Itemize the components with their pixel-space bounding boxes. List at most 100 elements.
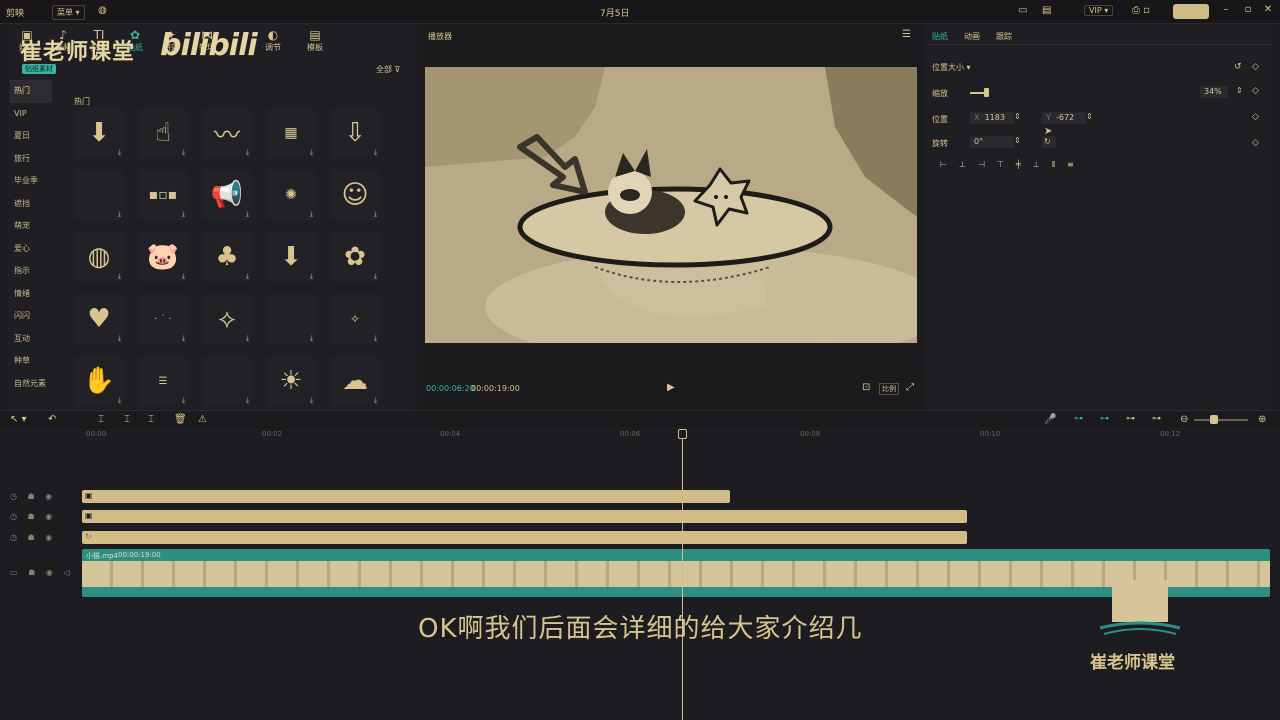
stepper-icon[interactable]: ⇕ xyxy=(1086,112,1093,121)
split-left-icon[interactable]: ⌶ xyxy=(124,414,130,425)
align-top-icon[interactable]: ⊤ xyxy=(997,160,1016,169)
sticker-megaphone[interactable]: 📢 ⤓ xyxy=(202,170,252,220)
layout-icon[interactable]: ▤ xyxy=(1042,5,1051,16)
split-right-icon[interactable]: ⌶ xyxy=(148,414,154,425)
sticker-blank[interactable]: ⤓ xyxy=(74,170,124,220)
position-x-input[interactable]: X 1183 xyxy=(970,112,1014,124)
sticker-heart[interactable]: ♥ ⤓ xyxy=(74,294,124,344)
sticker-arrow-down[interactable]: ⬇ ⤓ xyxy=(74,108,124,158)
category-item[interactable]: 自然元素 xyxy=(10,373,52,396)
category-item[interactable]: 萌宠 xyxy=(10,215,52,238)
track-controls[interactable]: ◷ ☗ ◉ xyxy=(10,512,56,521)
category-item[interactable]: 夏日 xyxy=(10,125,52,148)
tab-tracking[interactable]: 跟踪 xyxy=(996,31,1012,42)
reset-icon[interactable]: ↺ xyxy=(1234,62,1242,72)
align-hcenter-icon[interactable]: ⊥ xyxy=(959,160,978,169)
link-icon[interactable]: ⊶ xyxy=(1126,414,1135,424)
text-clip[interactable]: ↻ xyxy=(82,531,967,544)
track-controls[interactable]: ◷ ☗ ◉ xyxy=(10,492,56,501)
align-right-icon[interactable]: ⊣ xyxy=(978,160,997,169)
sticker-blank-3[interactable]: ⤓ xyxy=(202,356,252,406)
sticker-pig-face[interactable]: 🐷 ⤓ xyxy=(138,232,188,282)
playhead[interactable] xyxy=(682,430,683,720)
sticker-sun[interactable]: ☀ ⤓ xyxy=(266,356,316,406)
share-icon[interactable]: ⎙ ▫ xyxy=(1132,5,1150,16)
category-item[interactable]: 指示 xyxy=(10,260,52,283)
zoom-slider-handle[interactable] xyxy=(1210,415,1218,424)
position-y-input[interactable]: Y -672 xyxy=(1042,112,1086,124)
tab-adjust[interactable]: ◐ 调节 xyxy=(256,28,290,53)
category-item[interactable]: 旅行 xyxy=(10,148,52,171)
sticker-text-badge[interactable]: ▦ ⤓ xyxy=(266,108,316,158)
keyframe-icon[interactable]: ◇ xyxy=(1252,138,1259,148)
main-track-controls[interactable]: ▭ ☗ ◉ ◁ xyxy=(10,568,74,577)
sticker-text-lines[interactable]: ☰ ⤓ xyxy=(138,356,188,406)
zoom-out-icon[interactable]: ⊖ xyxy=(1180,414,1188,425)
playhead-handle[interactable] xyxy=(678,429,687,439)
scale-input[interactable]: 34% xyxy=(1200,86,1228,98)
delete-icon[interactable]: 🗑 xyxy=(174,414,187,425)
ratio-button[interactable]: 比例 xyxy=(879,383,899,395)
category-item[interactable]: 热门 xyxy=(10,80,52,103)
sticker-clip[interactable]: ▣ xyxy=(82,510,967,523)
category-item[interactable]: 互动 xyxy=(10,328,52,351)
play-icon[interactable]: ▶ xyxy=(667,382,675,393)
stepper-icon[interactable]: ⇕ xyxy=(1236,86,1243,95)
tab-templates[interactable]: ▤ 模板 xyxy=(298,28,332,53)
align-vcenter-icon[interactable]: ╪ xyxy=(1016,160,1033,169)
player-menu-icon[interactable]: ☰ xyxy=(902,29,911,40)
preview-axis-icon[interactable]: ⊶ xyxy=(1152,414,1161,424)
menu-dropdown[interactable]: 菜单 ▾ xyxy=(52,5,85,20)
filter-all-button[interactable]: 全部 ⊽ xyxy=(376,64,400,75)
category-item[interactable]: VIP xyxy=(10,103,52,126)
sticker-cloud-frame[interactable]: ☁ ⤓ xyxy=(330,356,380,406)
sticker-hand[interactable]: ✋ ⤓ xyxy=(74,356,124,406)
keyframe-icon[interactable]: ◇ xyxy=(1252,86,1259,96)
rotate-input[interactable]: 0° xyxy=(970,136,1014,148)
sticker-zigzag[interactable]: 〰 ⤓ xyxy=(202,108,252,158)
sticker-pointing-hand[interactable]: ☝ ⤓ xyxy=(138,108,188,158)
timeline-ruler[interactable]: 00:00 00:02 00:04 00:06 00:08 00:10 00:1… xyxy=(0,428,1280,442)
magnet-icon[interactable]: ⊶ xyxy=(1100,414,1109,424)
sticker-butterfly[interactable]: ⟡ ⤓ xyxy=(202,294,252,344)
scale-slider-handle[interactable] xyxy=(984,88,989,97)
close-icon[interactable]: ✕ xyxy=(1260,4,1276,18)
screen-icon[interactable]: ▭ xyxy=(1018,5,1027,16)
export-button[interactable] xyxy=(1173,4,1209,19)
undo-icon[interactable]: ↶ xyxy=(48,414,56,425)
minimize-icon[interactable]: – xyxy=(1218,4,1234,18)
keyframe-icon[interactable]: ◇ xyxy=(1252,112,1259,122)
maximize-icon[interactable]: ▫ xyxy=(1240,4,1256,18)
zoom-in-icon[interactable]: ⊕ xyxy=(1258,414,1266,425)
warning-icon[interactable]: ⚠ xyxy=(198,414,207,425)
keyframe-icon[interactable]: ◇ xyxy=(1252,62,1259,72)
sticker-pixels[interactable]: ▪▫▪ ⤓ xyxy=(138,170,188,220)
split-icon[interactable]: ⌶ xyxy=(98,414,104,425)
category-item[interactable]: 种草 xyxy=(10,350,52,373)
tab-animation[interactable]: 动画 xyxy=(964,31,980,42)
align-bottom-icon[interactable]: ⊥ xyxy=(1033,160,1052,169)
sticker-sparkle-dots[interactable]: · ˙ · ⤓ xyxy=(138,294,188,344)
link-main-track-icon[interactable]: ⊶ xyxy=(1074,414,1083,424)
sticker-laughing-face[interactable]: ☺ ⤓ xyxy=(330,170,380,220)
microphone-icon[interactable]: 🎤 xyxy=(1044,414,1056,425)
sticker-arrow-small[interactable]: ⬇ ⤓ xyxy=(266,232,316,282)
track-controls[interactable]: ◷ ☗ ◉ xyxy=(10,533,56,542)
sticker-blank-2[interactable]: ⤓ xyxy=(266,294,316,344)
select-tool-icon[interactable]: ↖ ▾ xyxy=(10,414,27,425)
distribute-h-icon[interactable]: ⫴ xyxy=(1052,160,1067,169)
stepper-icon[interactable]: ⇕ xyxy=(1014,112,1021,121)
category-item[interactable]: 毕业季 xyxy=(10,170,52,193)
sticker-text-effect[interactable]: ✺ ⤓ xyxy=(266,170,316,220)
align-left-icon[interactable]: ⊢ xyxy=(940,160,959,169)
fullscreen-icon[interactable]: ⤢ xyxy=(906,382,914,393)
sticker-flower[interactable]: ✿ ⤓ xyxy=(330,232,380,282)
tab-sticker-props[interactable]: 贴纸 xyxy=(932,31,948,42)
resize-handle[interactable] xyxy=(818,336,825,343)
sticker-mosaic-ball[interactable]: ◍ ⤓ xyxy=(74,232,124,282)
video-preview[interactable] xyxy=(425,67,917,343)
sticker-sparkle[interactable]: ✧ ⤓ xyxy=(330,294,380,344)
category-item[interactable]: 遮挡 xyxy=(10,193,52,216)
stepper-icon[interactable]: ⇕ xyxy=(1014,136,1021,145)
vip-button[interactable]: VIP ▾ xyxy=(1084,5,1114,16)
